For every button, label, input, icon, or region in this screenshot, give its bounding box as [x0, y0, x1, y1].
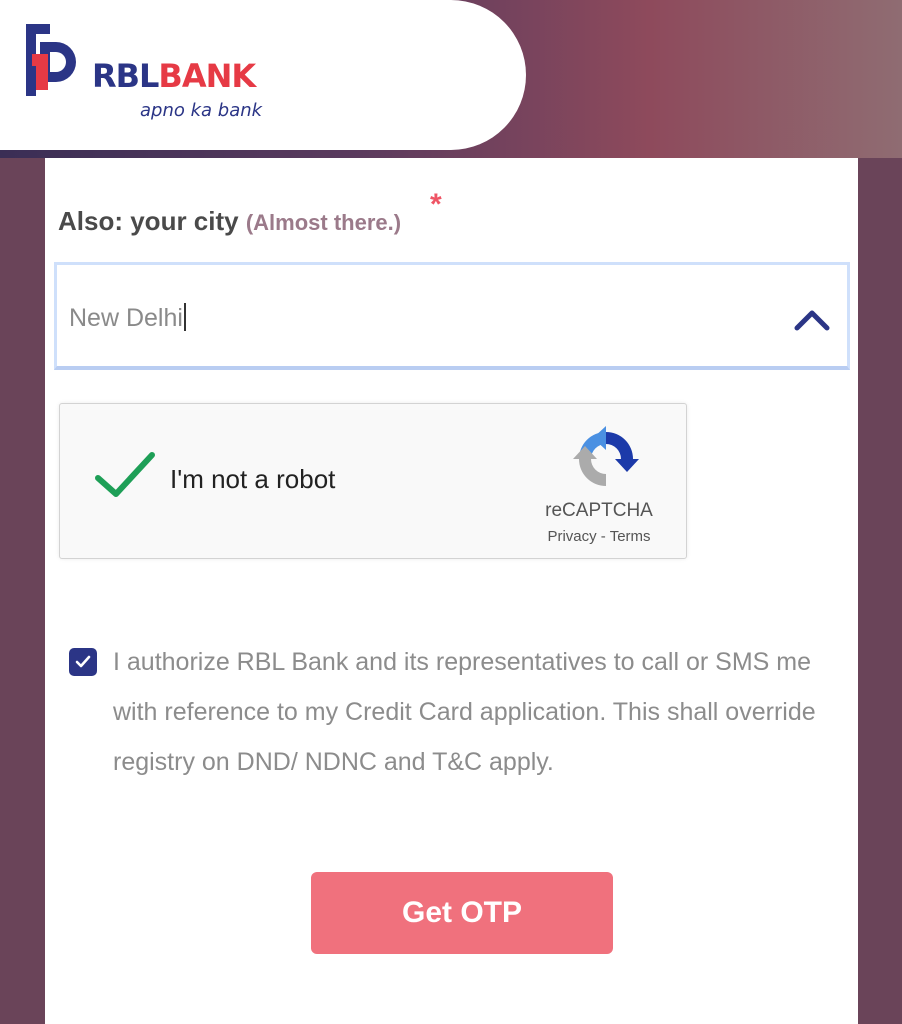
green-checkmark-icon[interactable] [94, 450, 156, 500]
recaptcha-privacy-link[interactable]: Privacy [547, 528, 596, 545]
application-form-card: Also: your city (Almost there.) * New De… [45, 158, 858, 1024]
recaptcha-terms-link[interactable]: Terms [610, 528, 651, 545]
brand-name-rbl: RBL [92, 57, 159, 95]
recaptcha-widget[interactable]: I'm not a robot reCAPTCHA Privacy - Term… [59, 403, 687, 559]
city-select-input[interactable]: New Delhi [54, 262, 850, 370]
city-input-text: New Delhi [69, 304, 183, 332]
required-asterisk: * [430, 188, 442, 221]
city-label-hint: (Almost there.) [245, 210, 402, 235]
recaptcha-link-separator: - [596, 528, 610, 545]
recaptcha-logo-icon [573, 426, 639, 486]
rbl-logo-icon [26, 24, 76, 96]
brand-name-bank: BANK [158, 57, 256, 95]
consent-checkbox[interactable] [69, 648, 97, 676]
brand-name: RBLBANK [92, 57, 256, 95]
captcha-label: I'm not a robot [170, 464, 336, 494]
city-label-text: Also: your city [58, 206, 239, 236]
brand-tagline: apno ka bank [140, 100, 263, 121]
consent-text: I authorize RBL Bank and its representat… [113, 648, 816, 776]
recaptcha-brand: reCAPTCHA [545, 500, 653, 521]
text-caret [183, 303, 186, 331]
recaptcha-links: Privacy - Terms [534, 528, 664, 545]
chevron-up-icon[interactable] [794, 309, 830, 331]
checkmark-icon [75, 655, 91, 668]
city-field-label: Also: your city (Almost there.) [58, 206, 401, 237]
brand-logo-container: RBLBANK apno ka bank [0, 0, 526, 150]
get-otp-button[interactable]: Get OTP [311, 872, 613, 954]
city-input-value[interactable]: New Delhi [69, 303, 186, 333]
